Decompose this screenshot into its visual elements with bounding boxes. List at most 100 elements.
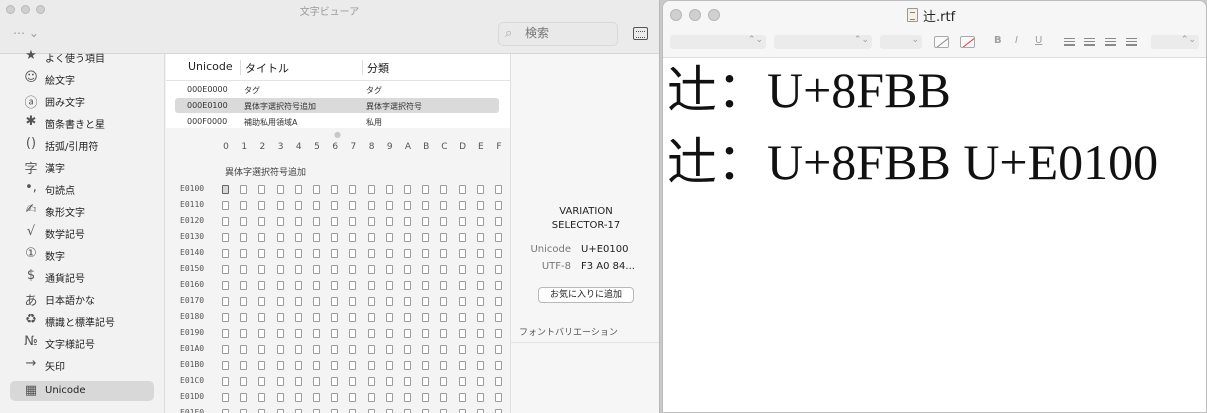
- character-cell[interactable]: [222, 201, 229, 210]
- character-cell[interactable]: [440, 329, 448, 338]
- character-cell[interactable]: [331, 201, 339, 210]
- character-cell[interactable]: [276, 249, 284, 258]
- character-cell[interactable]: [367, 217, 375, 226]
- character-cell[interactable]: [404, 281, 411, 290]
- character-cell[interactable]: [422, 233, 430, 242]
- character-cell[interactable]: [313, 361, 320, 370]
- character-cell[interactable]: [294, 281, 302, 290]
- font-size-popup[interactable]: ⌄: [880, 35, 922, 49]
- character-cell[interactable]: [476, 217, 484, 226]
- character-cell[interactable]: [495, 281, 502, 290]
- character-cell[interactable]: [404, 249, 411, 258]
- character-cell[interactable]: [240, 409, 248, 413]
- character-cell[interactable]: [258, 185, 266, 194]
- character-cell[interactable]: [294, 409, 302, 413]
- character-cell[interactable]: [240, 265, 248, 274]
- character-cell[interactable]: [258, 313, 266, 322]
- character-cell[interactable]: [222, 377, 229, 386]
- character-cell[interactable]: [458, 265, 466, 274]
- align-left-icon[interactable]: [1064, 38, 1075, 46]
- character-cell[interactable]: [385, 233, 393, 242]
- character-cell[interactable]: [422, 393, 430, 402]
- character-cell[interactable]: [349, 249, 357, 258]
- character-cell[interactable]: [476, 377, 484, 386]
- character-cell[interactable]: [440, 185, 448, 194]
- character-cell[interactable]: [385, 297, 393, 306]
- character-cell[interactable]: [440, 313, 448, 322]
- character-cell[interactable]: [367, 281, 375, 290]
- character-cell[interactable]: [404, 233, 411, 242]
- character-cell[interactable]: [331, 281, 339, 290]
- character-cell[interactable]: [404, 265, 411, 274]
- character-cell[interactable]: [294, 297, 302, 306]
- character-cell[interactable]: [313, 345, 320, 354]
- character-cell[interactable]: [495, 409, 502, 413]
- character-cell[interactable]: [458, 249, 466, 258]
- character-cell[interactable]: [313, 201, 320, 210]
- character-cell[interactable]: [240, 249, 248, 258]
- character-cell[interactable]: [276, 345, 284, 354]
- character-cell[interactable]: [367, 185, 375, 194]
- align-right-icon[interactable]: [1105, 38, 1116, 46]
- resize-handle[interactable]: ●: [334, 130, 341, 139]
- column-header-unicode[interactable]: Unicode: [188, 60, 233, 73]
- character-cell[interactable]: [476, 201, 484, 210]
- character-cell[interactable]: [404, 393, 411, 402]
- character-cell[interactable]: [458, 201, 466, 210]
- character-cell[interactable]: [385, 377, 393, 386]
- character-cell[interactable]: [240, 297, 248, 306]
- character-cell[interactable]: [404, 313, 411, 322]
- character-cell[interactable]: [495, 345, 502, 354]
- table-row[interactable]: 000E0000 タグ タグ: [175, 82, 499, 97]
- character-cell[interactable]: [476, 361, 484, 370]
- close-button[interactable]: [670, 9, 682, 21]
- character-cell[interactable]: [476, 409, 484, 413]
- character-cell[interactable]: [240, 281, 248, 290]
- character-cell[interactable]: [276, 233, 284, 242]
- character-cell[interactable]: [440, 393, 448, 402]
- character-cell[interactable]: [313, 393, 320, 402]
- character-cell[interactable]: [422, 361, 430, 370]
- column-header-category[interactable]: 分類: [367, 60, 389, 76]
- character-cell[interactable]: [476, 233, 484, 242]
- character-cell[interactable]: [476, 313, 484, 322]
- character-cell[interactable]: [404, 345, 411, 354]
- character-cell[interactable]: [258, 377, 266, 386]
- character-cell[interactable]: [276, 361, 284, 370]
- character-cell[interactable]: [367, 345, 375, 354]
- character-cell[interactable]: [258, 281, 266, 290]
- character-cell[interactable]: [385, 265, 393, 274]
- character-cell[interactable]: [240, 185, 248, 194]
- character-cell[interactable]: [495, 377, 502, 386]
- table-row[interactable]: 000F0000 補助私用領域A 私用: [175, 114, 499, 129]
- character-cell[interactable]: [367, 201, 375, 210]
- character-cell[interactable]: [276, 409, 284, 413]
- character-cell[interactable]: [222, 185, 229, 194]
- sidebar-item-kana[interactable]: あ日本語かな: [10, 288, 154, 309]
- character-cell[interactable]: [349, 361, 357, 370]
- character-cell[interactable]: [495, 329, 502, 338]
- character-cell[interactable]: [294, 233, 302, 242]
- character-cell[interactable]: [458, 217, 466, 226]
- character-cell[interactable]: [367, 329, 375, 338]
- character-cell[interactable]: [422, 201, 430, 210]
- character-cell[interactable]: [440, 297, 448, 306]
- search-input[interactable]: [525, 26, 613, 40]
- character-cell[interactable]: [349, 281, 357, 290]
- character-cell[interactable]: [385, 361, 393, 370]
- character-cell[interactable]: [495, 185, 502, 194]
- character-cell[interactable]: [294, 201, 302, 210]
- character-cell[interactable]: [385, 281, 393, 290]
- character-cell[interactable]: [331, 393, 339, 402]
- character-cell[interactable]: [458, 185, 466, 194]
- character-cell[interactable]: [258, 361, 266, 370]
- character-cell[interactable]: [385, 393, 393, 402]
- sidebar-item-unicode[interactable]: ▦ Unicode: [10, 381, 154, 401]
- sidebar-item-arrows[interactable]: → 矢印: [10, 354, 154, 374]
- character-cell[interactable]: [385, 409, 393, 413]
- character-cell[interactable]: [440, 377, 448, 386]
- character-cell[interactable]: [240, 393, 248, 402]
- character-cell[interactable]: [476, 345, 484, 354]
- character-cell[interactable]: [404, 409, 411, 413]
- character-cell[interactable]: [349, 345, 357, 354]
